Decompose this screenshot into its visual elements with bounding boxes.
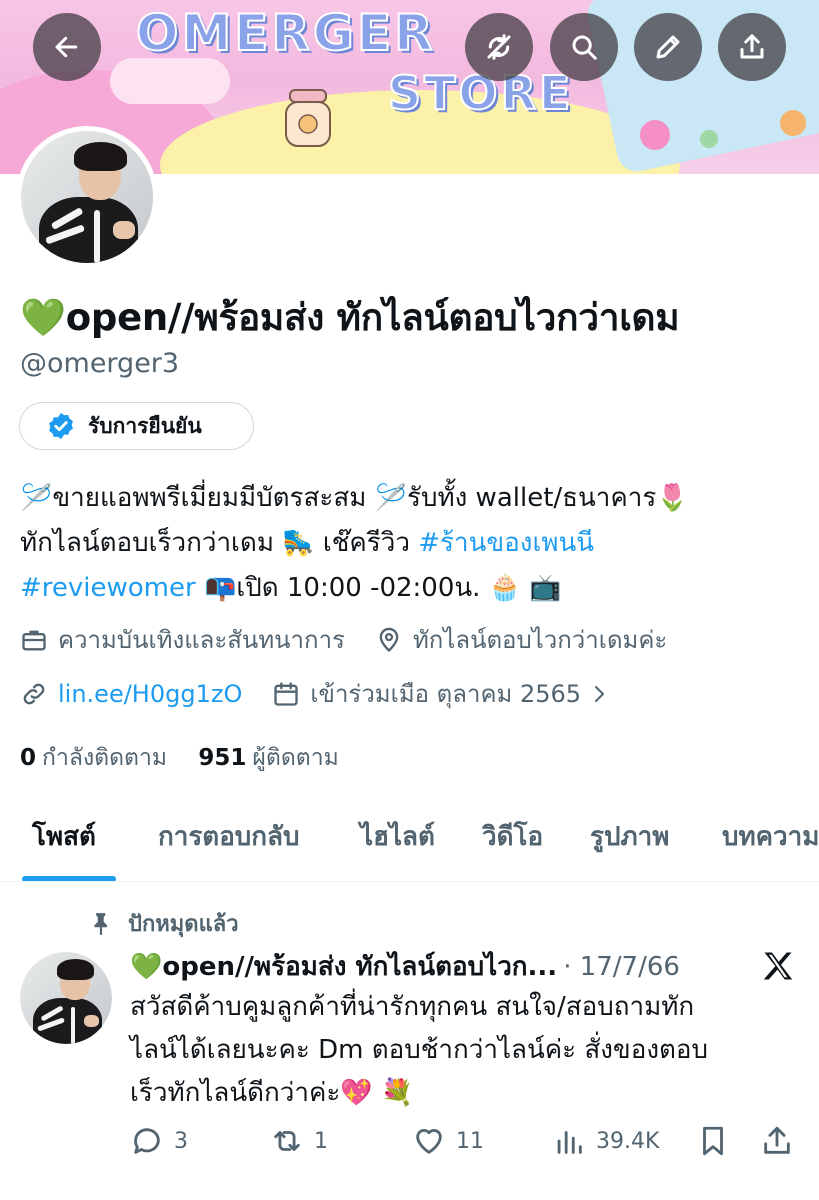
verified-label: รับการยืนยัน (88, 413, 202, 438)
bio-line: ทักไลน์ตอบเร็วกว่าเดม 🛼 เช๊ครีวิว #ร้านข… (20, 528, 595, 558)
jar-icon (285, 89, 331, 147)
heart-icon (416, 1129, 442, 1154)
hashtag-link[interactable]: #reviewomer (20, 573, 196, 603)
needle-emoji: 🪡 (20, 483, 53, 513)
post-actions: 3 1 11 39.4K (130, 1124, 810, 1168)
share-icon (740, 34, 764, 59)
back-button[interactable] (33, 13, 101, 81)
share-icon (764, 1126, 790, 1154)
tab-photos[interactable]: รูปภาพ (590, 816, 669, 857)
profile-avatar[interactable] (16, 126, 158, 268)
bookmark-button[interactable] (696, 1124, 740, 1158)
like-button[interactable]: 11 (412, 1124, 484, 1158)
needle-emoji: 🪡 (374, 483, 407, 513)
reply-button[interactable]: 3 (130, 1124, 188, 1158)
profile-meta-row: ความบันเทิงและสันทนาการ ทักไลน์ตอบไวกว่า… (20, 620, 697, 659)
banner-decoration (700, 130, 718, 148)
reply-icon (134, 1128, 160, 1154)
analytics-icon (557, 1131, 582, 1154)
post-header: 💚 open//พร้อมส่ง ทักไลน์ตอบไวก... · 17/7… (130, 946, 819, 987)
pin-icon (94, 912, 107, 935)
profile-category: ความบันเทิงและสันทนาการ (20, 620, 345, 659)
bookmark-icon (703, 1126, 723, 1156)
share-post-button[interactable] (760, 1124, 804, 1158)
edit-button[interactable] (634, 13, 702, 81)
share-button[interactable] (718, 13, 786, 81)
tab-posts[interactable]: โพสต์ (32, 816, 96, 857)
verified-button[interactable]: รับการยืนยัน (19, 402, 254, 450)
tab-replies[interactable]: การตอบกลับ (158, 816, 300, 857)
profile-location: ทักไลน์ตอบไวกว่าเดมค่ะ (375, 620, 667, 659)
verified-badge-icon (49, 412, 73, 440)
post-author-name[interactable]: open//พร้อมส่ง ทักไลน์ตอบไวก... (162, 946, 557, 987)
following-link[interactable]: 0 กำลังติดตาม (20, 745, 167, 771)
profile-website[interactable]: lin.ee/H0gg1zO (20, 680, 242, 708)
banner-decoration (640, 120, 670, 150)
chevron-right-icon (595, 685, 605, 702)
calendar-icon (274, 681, 299, 706)
search-button[interactable] (550, 13, 618, 81)
banner-decoration (584, 0, 819, 174)
green-heart-emoji: 💚 (20, 296, 66, 339)
sparkling-heart-emoji: 💖 (340, 1078, 373, 1108)
search-icon (572, 35, 597, 60)
post-date[interactable]: · 17/7/66 (563, 952, 680, 982)
pencil-icon (656, 35, 680, 59)
back-arrow-icon (55, 36, 78, 58)
banner-title: OMERGER (135, 3, 436, 63)
repost-icon (274, 1131, 300, 1151)
green-heart-emoji: 💚 (130, 951, 163, 982)
link-icon (23, 683, 45, 704)
views-button[interactable]: 39.4K (552, 1124, 659, 1158)
tv-emoji: 📺 (529, 573, 562, 603)
follow-stats: 0 กำลังติดตาม 951 ผู้ติดตาม (20, 740, 363, 776)
post-body: สวัสดีค้าบคูมลูกค้าที่น่ารักทุกคน สนใจ/ส… (130, 992, 709, 1108)
profile-handle: @omerger3 (20, 348, 180, 379)
post-author-avatar[interactable] (20, 952, 112, 1044)
tab-highlights[interactable]: ไฮไลต์ (360, 816, 435, 857)
avatar-image (20, 952, 112, 1044)
cupcake-emoji: 🧁 (488, 573, 522, 603)
profile-meta-row: lin.ee/H0gg1zO เข้าร่วมเมือ ตุลาคม 2565 (20, 674, 641, 713)
x-logo-icon (763, 952, 793, 980)
location-pin-icon (379, 627, 399, 652)
tab-articles[interactable]: บทความ (722, 816, 819, 857)
followers-link[interactable]: 951 ผู้ติดตาม (198, 745, 338, 771)
roller-skate-emoji: 🛼 (282, 528, 315, 558)
bouquet-emoji: 💐 (380, 1078, 414, 1108)
profile-joined[interactable]: เข้าร่วมเมือ ตุลาคม 2565 (272, 674, 611, 713)
pinned-indicator: ปักหมุดแล้ว (88, 906, 239, 941)
bio-line: 🪡ขายแอพพรีเมี่ยมมีบัตรสะสม 🪡รับทั้ง wall… (20, 483, 689, 513)
briefcase-icon (22, 630, 46, 650)
bio-line: #reviewomer 📭เปิด 10:00 -02:00น. 🧁 📺 (20, 573, 562, 603)
hashtag-link[interactable]: #ร้านของเพนนี (418, 528, 594, 558)
banner-decoration (110, 58, 230, 104)
active-tab-indicator (22, 876, 116, 881)
profile-display-name: 💚open//พร้อมส่ง ทักไลน์ตอบไวกว่าเดม (20, 296, 680, 339)
banner-decoration (780, 110, 806, 136)
profile-bio: 🪡ขายแอพพรีเมี่ยมมีบัตรสะสม 🪡รับทั้ง wall… (20, 476, 810, 611)
repost-button[interactable]: 1 (270, 1124, 328, 1158)
sync-button[interactable] (465, 13, 533, 81)
mailbox-emoji: 📭 (203, 573, 237, 603)
avatar-image (21, 131, 153, 263)
tab-videos[interactable]: วิดีโอ (482, 816, 543, 857)
no-sync-icon (487, 34, 511, 60)
tulip-emoji: 🌷 (656, 483, 689, 513)
profile-tabs: โพสต์ การตอบกลับ ไฮไลต์ วิดีโอ รูปภาพ บท… (0, 800, 819, 882)
